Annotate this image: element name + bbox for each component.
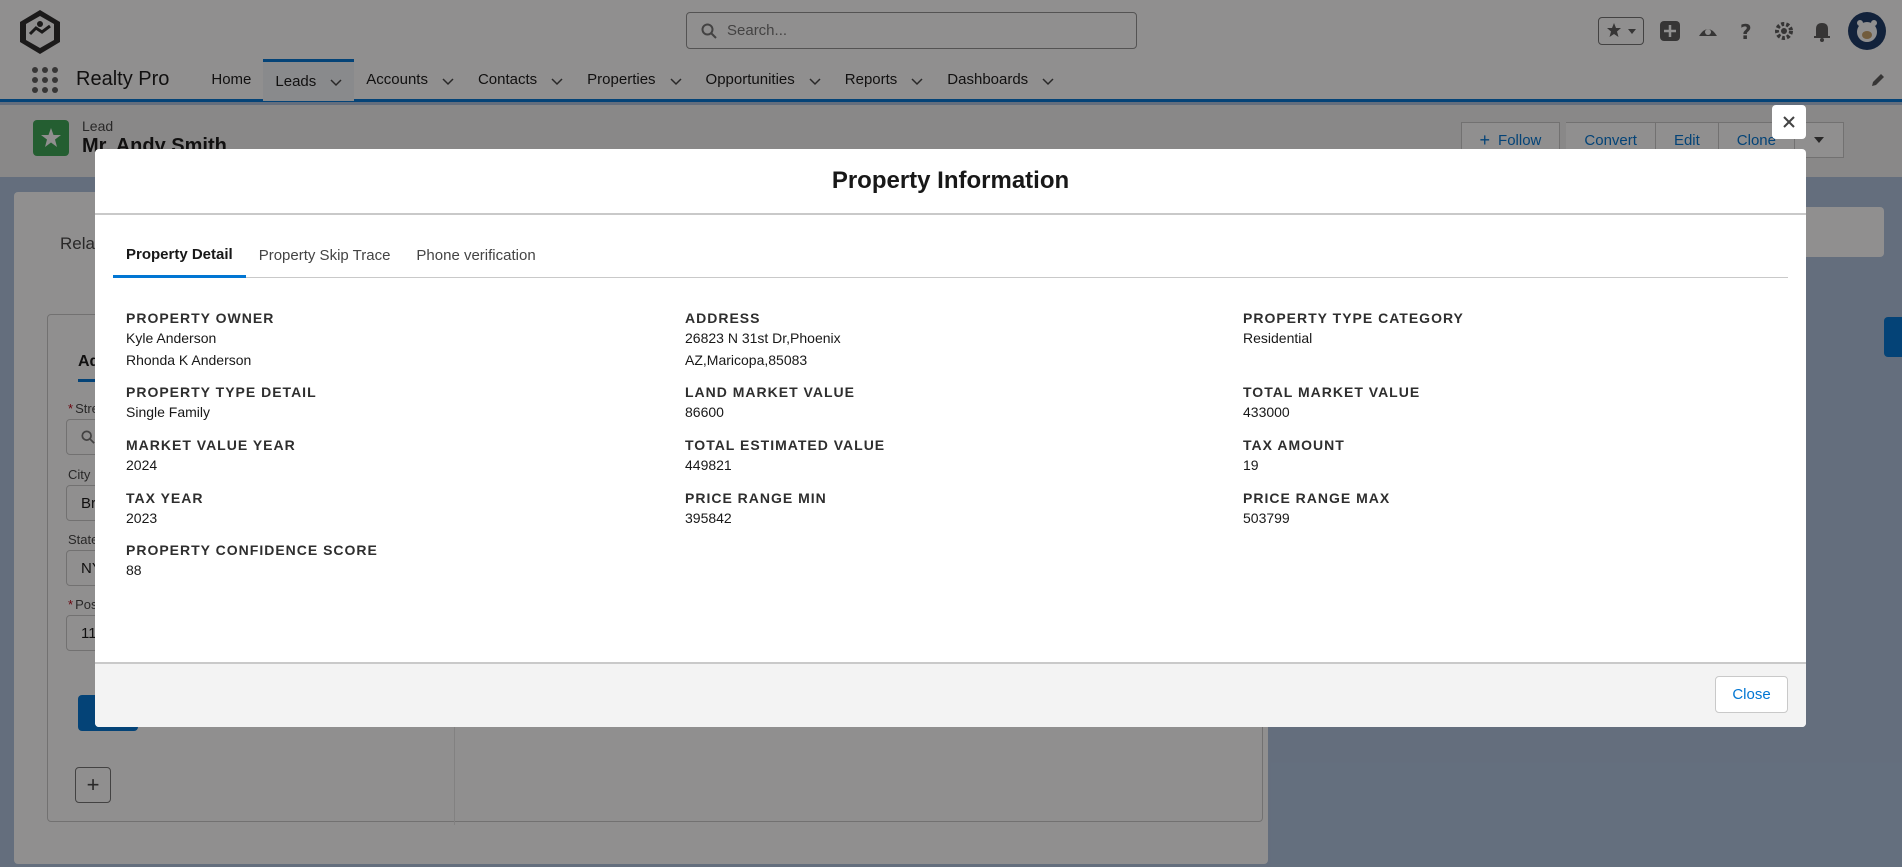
field-value: 86600	[685, 404, 724, 420]
field-price-range-max: Price Range Max 503799	[1243, 489, 1390, 529]
field-price-range-min: Price Range Min 395842	[685, 489, 827, 529]
field-label: Property Type Detail	[126, 384, 317, 400]
field-label: Market Value Year	[126, 437, 296, 453]
field-value: 2024	[126, 457, 158, 473]
field-property-confidence-score: Property Confidence Score 88	[126, 541, 378, 581]
field-value: Single Family	[126, 404, 211, 420]
field-label: Total Estimated Value	[685, 437, 886, 453]
field-value: 19	[1243, 457, 1259, 473]
field-market-value-year: Market Value Year 2024	[126, 436, 296, 476]
field-value: AZ,Maricopa,85083	[685, 352, 808, 368]
tab-property-detail[interactable]: Property Detail	[113, 233, 246, 278]
property-information-modal: Property Information Property Detail Pro…	[95, 149, 1806, 727]
field-value: Kyle Anderson	[126, 330, 217, 346]
field-label: Price Range Max	[1243, 490, 1391, 506]
field-value: 88	[126, 562, 142, 578]
field-address: Address 26823 N 31st Dr,Phoenix AZ,Maric…	[685, 309, 841, 371]
field-value: Rhonda K Anderson	[126, 352, 252, 368]
field-land-market-value: Land Market Value 86600	[685, 383, 855, 423]
field-label: Address	[685, 310, 761, 326]
field-label: Property Owner	[126, 310, 275, 326]
modal-title: Property Information	[831, 167, 1070, 194]
tab-property-skip-trace[interactable]: Property Skip Trace	[246, 233, 404, 278]
field-value: Residential	[1243, 330, 1313, 346]
field-value: 503799	[1243, 510, 1290, 526]
field-label: Tax Amount	[1243, 437, 1345, 453]
field-property-owner: Property Owner Kyle Anderson Rhonda K An…	[126, 309, 274, 371]
close-button[interactable]: Close	[1715, 676, 1788, 713]
field-label: Tax Year	[126, 490, 204, 506]
field-value: 26823 N 31st Dr,Phoenix	[685, 330, 841, 346]
field-label: Total Market Value	[1243, 384, 1421, 400]
field-value: 433000	[1243, 404, 1290, 420]
field-tax-year: Tax Year 2023	[126, 489, 204, 529]
field-property-type-detail: Property Type Detail Single Family	[126, 383, 317, 423]
field-label: Property Type Category	[1243, 310, 1464, 326]
field-value: 449821	[685, 457, 732, 473]
modal-footer: Close	[95, 662, 1806, 727]
field-value: 395842	[685, 510, 732, 526]
field-label: Price Range Min	[685, 490, 827, 506]
modal-header: Property Information	[95, 149, 1806, 215]
modal-tabs: Property Detail Property Skip Trace Phon…	[113, 233, 1788, 278]
field-property-type-category: Property Type Category Residential	[1243, 309, 1464, 349]
tab-phone-verification[interactable]: Phone verification	[403, 233, 548, 278]
field-tax-amount: Tax Amount 19	[1243, 436, 1345, 476]
field-label: Property Confidence Score	[126, 542, 378, 558]
field-value: 2023	[126, 510, 158, 526]
close-icon[interactable]	[1772, 105, 1806, 139]
field-label: Land Market Value	[685, 384, 855, 400]
field-total-estimated-value: Total Estimated Value 449821	[685, 436, 885, 476]
field-total-market-value: Total Market Value 433000	[1243, 383, 1420, 423]
